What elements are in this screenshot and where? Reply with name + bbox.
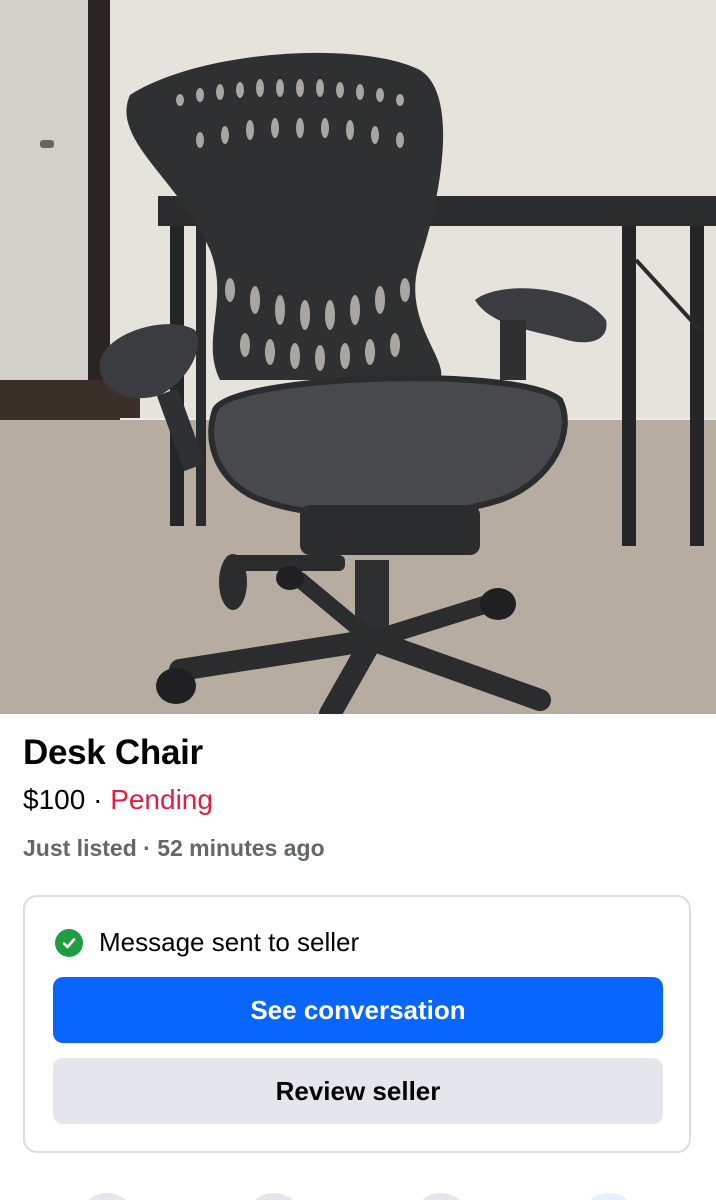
check-circle-icon bbox=[55, 928, 83, 957]
action-circle[interactable] bbox=[245, 1193, 303, 1200]
action-circle[interactable] bbox=[78, 1193, 136, 1200]
message-status-card: Message sent to seller See conversation … bbox=[23, 895, 691, 1153]
message-sent-text: Message sent to seller bbox=[99, 927, 360, 957]
listing-price: $100 bbox=[23, 784, 86, 815]
message-sent-row: Message sent to seller bbox=[55, 927, 359, 958]
listing-title: Desk Chair bbox=[23, 733, 203, 772]
chair-photo-illustration bbox=[0, 0, 716, 714]
listing-photo[interactable] bbox=[0, 0, 716, 714]
review-seller-button[interactable]: Review seller bbox=[53, 1058, 663, 1124]
action-buttons-row-partial bbox=[0, 1190, 716, 1200]
listed-time: Just listed · 52 minutes ago bbox=[23, 835, 325, 861]
action-circle[interactable] bbox=[580, 1193, 638, 1200]
listing-status: Pending bbox=[110, 784, 213, 815]
see-conversation-button[interactable]: See conversation bbox=[53, 977, 663, 1043]
price-status-line: $100 · Pending bbox=[23, 784, 213, 816]
price-separator: · bbox=[85, 784, 111, 815]
action-circle[interactable] bbox=[412, 1193, 470, 1200]
